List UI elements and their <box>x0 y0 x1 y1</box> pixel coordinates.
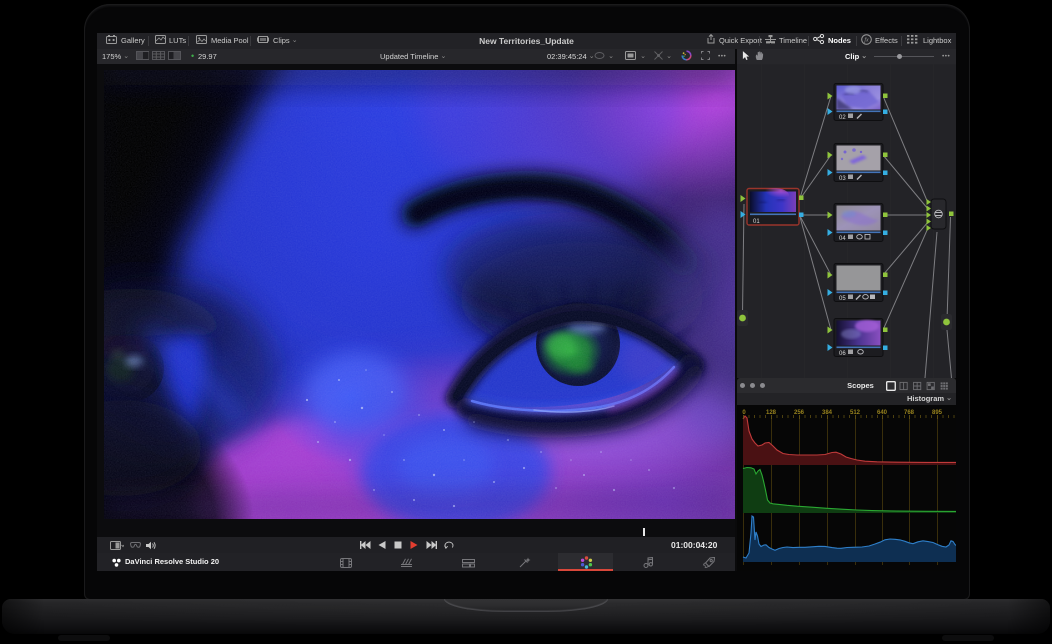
svg-text:fx: fx <box>864 37 869 44</box>
svg-text:04: 04 <box>839 236 846 242</box>
svg-text:02: 02 <box>839 115 846 121</box>
svg-text:05: 05 <box>839 296 846 302</box>
svg-text:01: 01 <box>753 219 760 225</box>
svg-text:06: 06 <box>839 351 846 357</box>
svg-text:03: 03 <box>839 176 846 182</box>
